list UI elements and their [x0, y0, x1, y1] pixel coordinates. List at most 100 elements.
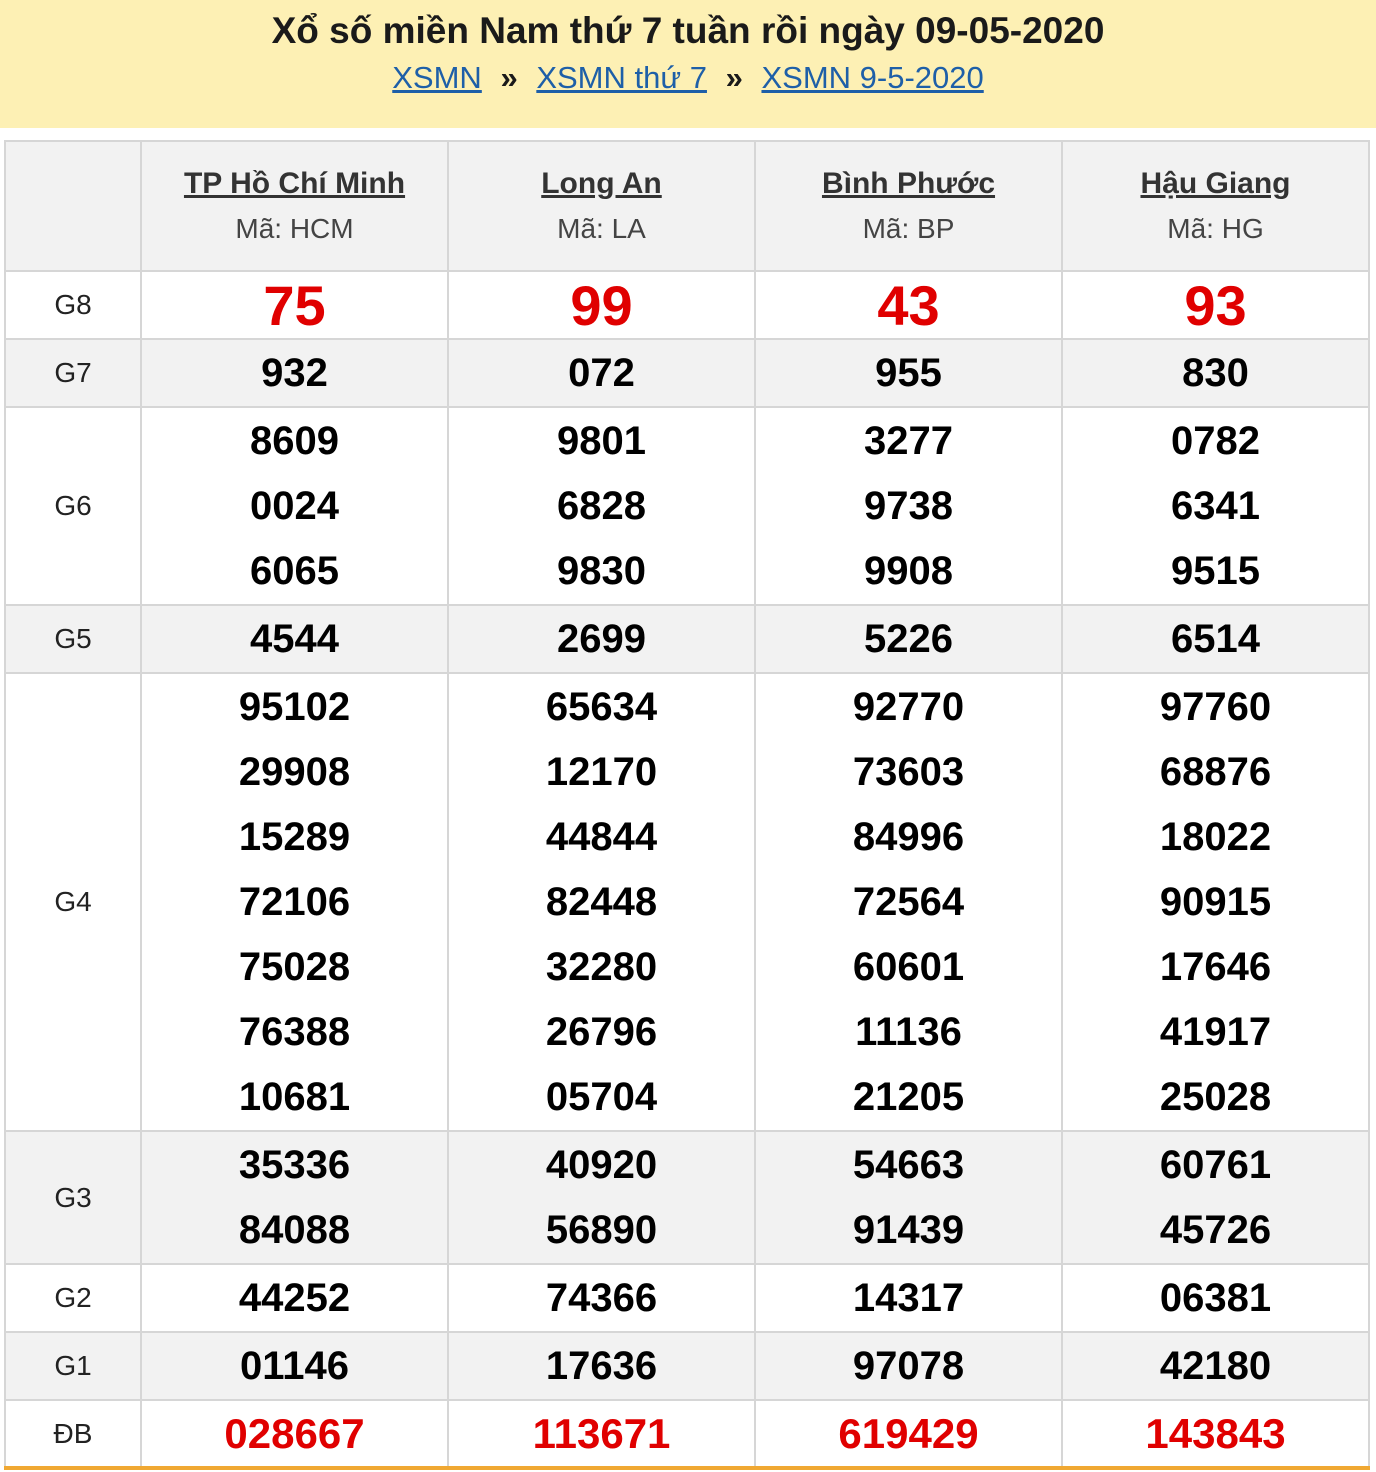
province-header-row: TP Hồ Chí Minh Mã: HCM Long An Mã: LA Bì… [4, 140, 1370, 272]
province-header-hcm: TP Hồ Chí Minh Mã: HCM [140, 140, 449, 272]
prize-number: 932 [261, 350, 328, 395]
special-prize-number: 113671 [532, 1410, 671, 1457]
prize-cell: 97760 68876 18022 90915 17646 41917 25028 [1061, 672, 1370, 1132]
prize-cell: 14317 [754, 1263, 1063, 1333]
prize-cell: 143843 [1061, 1399, 1370, 1469]
prize-cell: 072 [447, 338, 756, 408]
province-link-hcm[interactable]: TP Hồ Chí Minh [142, 167, 447, 201]
prize-number: 97078 [852, 1343, 965, 1388]
prize-cell: 97078 [754, 1331, 1063, 1401]
prize-number: 11136 [855, 1009, 962, 1054]
prize-cell: 75 [140, 270, 449, 340]
province-code: Mã: LA [557, 213, 646, 244]
prize-label: ĐB [4, 1399, 142, 1469]
province-link-bp[interactable]: Bình Phước [756, 167, 1061, 201]
prize-number: 56890 [545, 1207, 658, 1252]
prize-number: 25028 [1159, 1074, 1272, 1119]
prize-row-g1: G1 01146 17636 97078 42180 [4, 1331, 1370, 1401]
prize-number: 91439 [852, 1207, 965, 1252]
prize-number: 72564 [852, 879, 965, 924]
prize-number: 73603 [852, 749, 965, 794]
prize-number: 44252 [238, 1275, 351, 1320]
prize-number: 29908 [238, 749, 351, 794]
prize-number: 54663 [852, 1142, 965, 1187]
prize-cell: 99 [447, 270, 756, 340]
prize-number: 830 [1182, 350, 1249, 395]
prize-number: 92770 [852, 684, 965, 729]
prize-cell: 113671 [447, 1399, 756, 1469]
prize-number: 4544 [250, 616, 339, 661]
prize-row-đb: ĐB 028667 113671 619429 143843 [4, 1399, 1370, 1469]
breadcrumb-link-xsmn-date[interactable]: XSMN 9-5-2020 [761, 60, 983, 95]
prize-row-g7: G7 932 072 955 830 [4, 338, 1370, 408]
special-prize-number: 143843 [1145, 1410, 1286, 1457]
prize-label: G4 [4, 672, 142, 1132]
prize-table-body: G8 75 99 43 93 G7 932 072 955 830 G6 8609 0024 6065 98… [4, 270, 1370, 1469]
special-prize-number: 028667 [224, 1410, 365, 1457]
prize-number: 74366 [545, 1275, 658, 1320]
prize-cell: 028667 [140, 1399, 449, 1469]
prize-cell: 06381 [1061, 1263, 1370, 1333]
prize-cell: 42180 [1061, 1331, 1370, 1401]
prize-cell: 95102 29908 15289 72106 75028 76388 10681 [140, 672, 449, 1132]
prize-number: 76388 [238, 1009, 351, 1054]
prize-number: 9830 [557, 548, 646, 593]
prize-number: 6514 [1171, 616, 1260, 661]
prize-number: 26796 [545, 1009, 658, 1054]
prize-cell: 92770 73603 84996 72564 60601 11136 21205 [754, 672, 1063, 1132]
prize-label: G2 [4, 1263, 142, 1333]
prize-number: 6828 [557, 483, 646, 528]
prize-cell: 4544 [140, 604, 449, 674]
prize-number: 9515 [1171, 548, 1260, 593]
prize-number: 6341 [1171, 483, 1260, 528]
prize-cell: 932 [140, 338, 449, 408]
breadcrumb-link-xsmn[interactable]: XSMN [392, 60, 482, 95]
corner-cell [4, 140, 142, 272]
prize-cell: 44252 [140, 1263, 449, 1333]
prize-row-g2: G2 44252 74366 14317 06381 [4, 1263, 1370, 1333]
prize-cell: 619429 [754, 1399, 1063, 1469]
prize-cell: 955 [754, 338, 1063, 408]
prize-number: 68876 [1159, 749, 1272, 794]
prize-number: 42180 [1159, 1343, 1272, 1388]
prize-number: 75 [263, 273, 326, 337]
prize-number: 14317 [852, 1275, 965, 1320]
prize-cell: 74366 [447, 1263, 756, 1333]
prize-cell: 9801 6828 9830 [447, 406, 756, 606]
prize-cell: 43 [754, 270, 1063, 340]
prize-number: 84996 [852, 814, 965, 859]
prize-number: 072 [568, 350, 635, 395]
prize-number: 3277 [864, 418, 953, 463]
prize-cell: 2699 [447, 604, 756, 674]
prize-number: 6065 [250, 548, 339, 593]
prize-number: 75028 [238, 944, 351, 989]
special-prize-number: 619429 [838, 1410, 979, 1457]
prize-number: 65634 [545, 684, 658, 729]
prize-row-g6: G6 8609 0024 6065 9801 6828 9830 3277 9738 9908 07… [4, 406, 1370, 606]
province-header-la: Long An Mã: LA [447, 140, 756, 272]
prize-cell: 3277 9738 9908 [754, 406, 1063, 606]
prize-cell: 830 [1061, 338, 1370, 408]
prize-cell: 17636 [447, 1331, 756, 1401]
prize-row-g8: G8 75 99 43 93 [4, 270, 1370, 340]
prize-number: 0782 [1171, 418, 1260, 463]
province-code: Mã: BP [862, 213, 955, 244]
prize-cell: 65634 12170 44844 82448 32280 26796 05704 [447, 672, 756, 1132]
prize-number: 955 [875, 350, 942, 395]
province-link-la[interactable]: Long An [449, 167, 754, 201]
prize-number: 95102 [238, 684, 351, 729]
province-code: Mã: HCM [235, 213, 354, 244]
prize-number: 35336 [238, 1142, 351, 1187]
prize-number: 41917 [1159, 1009, 1272, 1054]
prize-number: 8609 [250, 418, 339, 463]
prize-number: 9738 [864, 483, 953, 528]
prize-number: 99 [570, 273, 633, 337]
prize-number: 17636 [545, 1343, 658, 1388]
province-code: Mã: HG [1167, 213, 1264, 244]
prize-number: 32280 [545, 944, 658, 989]
breadcrumb-link-xsmn-thu-7[interactable]: XSMN thứ 7 [536, 60, 707, 95]
prize-number: 72106 [238, 879, 351, 924]
prize-cell: 35336 84088 [140, 1130, 449, 1265]
prize-number: 40920 [545, 1142, 658, 1187]
province-link-hg[interactable]: Hậu Giang [1063, 167, 1368, 201]
